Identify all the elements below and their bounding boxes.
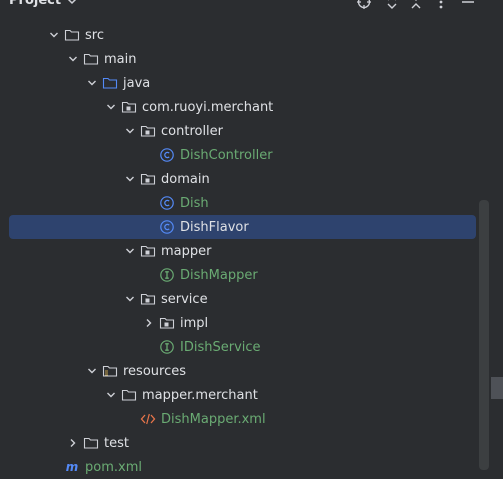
maven-icon: m (65, 460, 79, 474)
collapse-all-icon[interactable] (407, 0, 425, 12)
folder-icon (83, 51, 99, 67)
class-icon (159, 219, 175, 235)
tree-row[interactable]: DishController (0, 143, 503, 167)
tree-row[interactable]: DishFlavor (9, 215, 476, 239)
tree-item-label: src (85, 27, 104, 43)
chevron-down-icon[interactable] (84, 363, 100, 379)
tree-row[interactable]: src (0, 23, 503, 47)
package-icon (121, 99, 137, 115)
chevron-down-icon[interactable] (122, 123, 138, 139)
source-folder-icon (102, 75, 118, 91)
tree-row[interactable]: com.ruoyi.merchant (0, 95, 503, 119)
tree-row[interactable]: service (0, 287, 503, 311)
tree-item-label: mapper (161, 243, 212, 259)
tree-item-label: java (123, 75, 151, 91)
xml-icon (140, 411, 156, 427)
tree-item-label: DishController (180, 147, 273, 163)
chevron-down-icon[interactable] (122, 291, 138, 307)
panel-title: Project (9, 0, 62, 8)
chevron-right-icon[interactable] (65, 435, 81, 451)
folder-icon (83, 435, 99, 451)
tree-row[interactable]: impl (0, 311, 503, 335)
tree-item-label: Dish (180, 195, 209, 211)
tree-item-label: test (104, 435, 129, 451)
class-icon (159, 147, 175, 163)
tree-item-label: controller (161, 123, 224, 139)
tree-item-label: main (104, 51, 137, 67)
chevron-down-icon[interactable] (103, 387, 119, 403)
options-icon[interactable] (432, 0, 450, 12)
tree-item-label: IDishService (180, 339, 261, 355)
interface-icon (159, 267, 175, 283)
chevron-down-icon[interactable] (103, 99, 119, 115)
tree-row[interactable]: DishMapper.xml (0, 407, 503, 431)
chevron-down-icon[interactable] (65, 51, 81, 67)
panel-edge (491, 377, 503, 399)
chevron-down-icon[interactable] (46, 27, 62, 43)
tree-item-label: impl (180, 315, 209, 331)
project-panel-header: Project (0, 0, 503, 16)
tree-row[interactable]: domain (0, 167, 503, 191)
tree-row[interactable]: IDishService (0, 335, 503, 359)
tree-row[interactable]: resources (0, 359, 503, 383)
tree-item-label: service (161, 291, 208, 307)
package-icon (140, 291, 156, 307)
tree-row[interactable]: test (0, 431, 503, 455)
package-icon (140, 243, 156, 259)
project-view-selector[interactable]: Project (9, 0, 77, 8)
folder-icon (64, 27, 80, 43)
chevron-down-icon (68, 0, 76, 4)
tree-item-label: pom.xml (85, 459, 142, 475)
package-icon (140, 123, 156, 139)
tree-item-label: domain (161, 171, 210, 187)
package-icon (140, 171, 156, 187)
tree-row[interactable]: java (0, 71, 503, 95)
tree-row[interactable]: DishMapper (0, 263, 503, 287)
tree-item-label: mapper.merchant (142, 387, 258, 403)
tree-item-label: resources (123, 363, 187, 379)
expand-all-icon[interactable] (383, 0, 401, 12)
tree-item-label: DishMapper (180, 267, 258, 283)
tree-row[interactable]: main (0, 47, 503, 71)
hide-panel-icon[interactable] (459, 0, 477, 12)
tree-row[interactable]: Dish (0, 191, 503, 215)
locate-icon[interactable] (355, 0, 373, 12)
package-icon (159, 315, 175, 331)
chevron-down-icon[interactable] (122, 171, 138, 187)
tree-row[interactable]: mapper.merchant (0, 383, 503, 407)
interface-icon (159, 339, 175, 355)
folder-icon (121, 387, 137, 403)
chevron-down-icon[interactable] (122, 243, 138, 259)
tree-row[interactable]: m pom.xml (0, 455, 503, 479)
tree-row[interactable]: mapper (0, 239, 503, 263)
chevron-right-icon[interactable] (141, 315, 157, 331)
chevron-down-icon[interactable] (84, 75, 100, 91)
tree-item-label: DishMapper.xml (161, 411, 266, 427)
tree-item-label: DishFlavor (180, 219, 249, 235)
vertical-scrollbar[interactable] (479, 200, 489, 470)
resources-folder-icon (102, 363, 118, 379)
class-icon (159, 195, 175, 211)
tree-item-label: com.ruoyi.merchant (142, 99, 274, 115)
tree-row[interactable]: controller (0, 119, 503, 143)
